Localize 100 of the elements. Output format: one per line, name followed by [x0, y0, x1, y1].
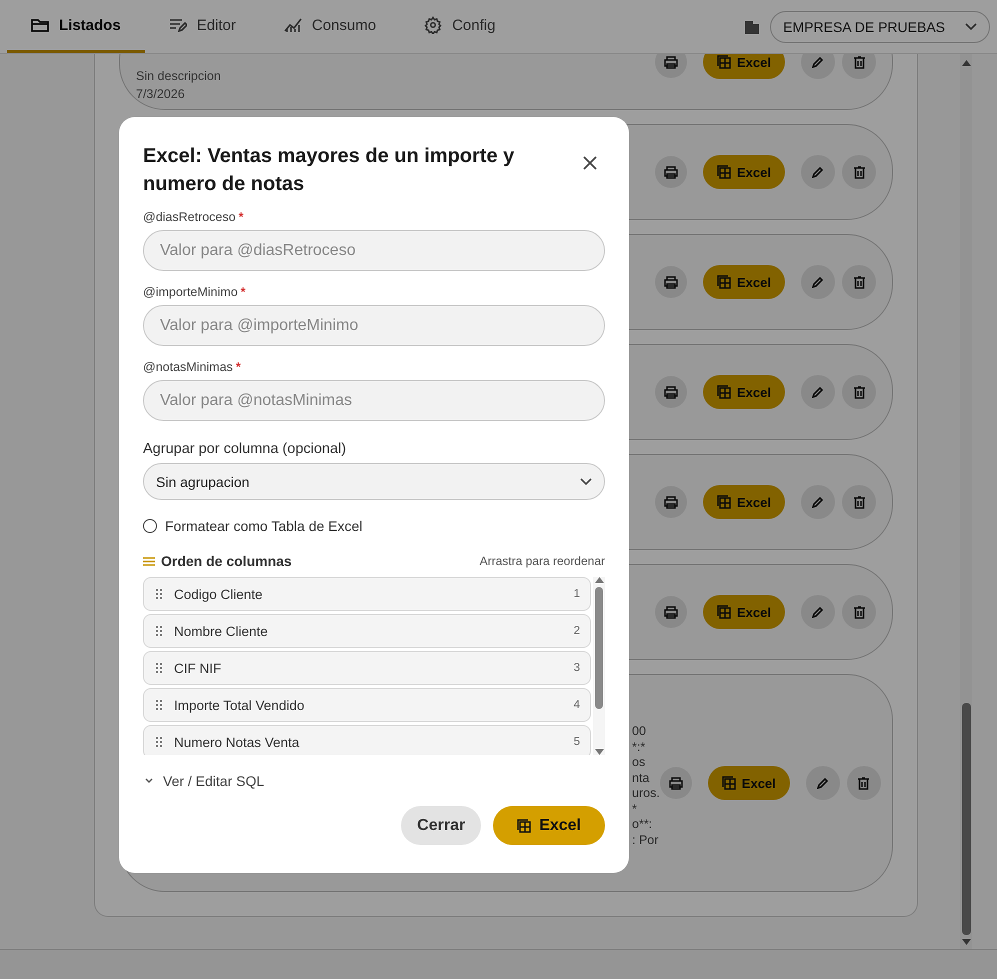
- nav-tab[interactable]: Consumo: [260, 0, 400, 53]
- nav-tab[interactable]: Config: [400, 0, 520, 53]
- scrollbar-thumb[interactable]: [595, 587, 603, 709]
- delete-button[interactable]: [842, 595, 876, 629]
- print-button[interactable]: [655, 266, 688, 298]
- nav-tab[interactable]: Editor: [144, 0, 260, 53]
- drag-handle-icon: [156, 626, 162, 636]
- dialog-title: Excel: Ventas mayores de un importe y numero de notas: [143, 144, 516, 197]
- drag-handle-icon: [156, 700, 162, 710]
- pencil-icon: [812, 166, 824, 178]
- trash-icon: [854, 56, 864, 68]
- print-icon: [664, 606, 678, 618]
- spreadsheet-icon: [717, 275, 732, 289]
- company-dropdown[interactable]: EMPRESA DE PRUEBAS: [770, 10, 990, 42]
- column-item[interactable]: Nombre Cliente 2: [143, 614, 591, 648]
- card-text-fragment: 00: [632, 724, 647, 740]
- edit-button[interactable]: [801, 485, 835, 519]
- chart-icon: [284, 17, 302, 33]
- sql-toggle[interactable]: Ver / Editar SQL: [145, 773, 264, 789]
- delete-button[interactable]: [842, 265, 876, 299]
- print-button[interactable]: [655, 54, 688, 78]
- columns-title: Orden de columnas: [161, 553, 292, 569]
- parameter-input[interactable]: Valor para @importeMinimo: [143, 305, 605, 346]
- export-excel-button[interactable]: Excel: [493, 806, 605, 845]
- print-button[interactable]: [655, 486, 688, 518]
- pencil-icon: [812, 496, 824, 508]
- trash-icon: [854, 496, 864, 508]
- edit-button[interactable]: [801, 155, 835, 189]
- spreadsheet-icon: [717, 165, 732, 179]
- card-text-fragment: : Por: [632, 832, 660, 848]
- pencil-icon: [812, 386, 824, 398]
- scrollbar[interactable]: [593, 577, 605, 755]
- scroll-down-icon: [962, 939, 970, 945]
- delete-button[interactable]: [842, 54, 876, 79]
- spreadsheet-icon: [717, 55, 732, 69]
- lines-icon: [143, 556, 155, 566]
- spreadsheet-icon: [517, 818, 532, 832]
- edit-lines-icon: [168, 18, 187, 32]
- column-item[interactable]: Numero Notas Venta 5: [143, 725, 591, 755]
- card-date: 7/3/2026: [136, 87, 186, 101]
- pencil-icon: [812, 276, 824, 288]
- required-mark: *: [240, 285, 246, 299]
- card-description: Sin descripcion: [136, 69, 222, 83]
- print-icon: [668, 776, 683, 790]
- card-text-fragment: os: [632, 755, 646, 770]
- trash-icon: [858, 776, 870, 790]
- edit-button[interactable]: [801, 265, 835, 299]
- group-label: Agrupar por columna (opcional): [143, 441, 348, 457]
- scroll-down-icon: [594, 749, 604, 755]
- drag-handle-icon: [156, 737, 162, 747]
- parameter-input[interactable]: Valor para @notasMinimas: [143, 380, 605, 421]
- print-button[interactable]: [660, 767, 692, 799]
- delete-button[interactable]: [846, 766, 881, 800]
- delete-button[interactable]: [842, 485, 876, 519]
- print-button[interactable]: [655, 156, 688, 188]
- required-mark: *: [236, 360, 241, 374]
- print-icon: [664, 386, 678, 398]
- chevron-down-icon: [965, 22, 977, 30]
- scroll-up-icon: [962, 60, 970, 66]
- card-text-fragment: *:*: [632, 740, 646, 755]
- print-button[interactable]: [655, 596, 688, 628]
- drag-handle-icon: [156, 589, 162, 599]
- trash-icon: [854, 606, 864, 618]
- close-icon: [583, 156, 597, 170]
- column-item[interactable]: Importe Total Vendido 4: [143, 688, 591, 722]
- page-scrollbar[interactable]: [960, 54, 972, 949]
- delete-button[interactable]: [842, 155, 876, 189]
- trash-icon: [854, 166, 864, 178]
- close-dialog-button[interactable]: Cerrar: [401, 806, 482, 845]
- settings-icon: [424, 16, 442, 34]
- column-item[interactable]: Codigo Cliente 1: [143, 577, 591, 611]
- spreadsheet-icon: [717, 605, 732, 619]
- pencil-icon: [812, 606, 824, 618]
- edit-button[interactable]: [801, 54, 835, 79]
- edit-button[interactable]: [801, 375, 835, 409]
- column-item[interactable]: CIF NIF 3: [143, 651, 591, 685]
- delete-button[interactable]: [842, 375, 876, 409]
- pencil-icon: [816, 777, 829, 789]
- trash-icon: [854, 276, 864, 288]
- edit-button[interactable]: [801, 595, 835, 629]
- table-format-checkbox[interactable]: Formatear como Tabla de Excel: [143, 518, 605, 534]
- parameter-input[interactable]: Valor para @diasRetroceso: [143, 230, 605, 271]
- required-mark: *: [238, 210, 244, 224]
- pencil-icon: [812, 56, 824, 68]
- folder-icon: [31, 17, 49, 33]
- field-label: @notasMinimas: [143, 360, 233, 374]
- scroll-up-icon: [594, 577, 604, 583]
- spreadsheet-icon: [717, 385, 732, 399]
- print-icon: [664, 56, 678, 68]
- scrollbar-thumb[interactable]: [962, 703, 970, 935]
- close-button[interactable]: [583, 156, 597, 170]
- spreadsheet-icon: [722, 776, 736, 790]
- chevron-icon: [145, 778, 153, 784]
- group-dropdown[interactable]: Sin agrupacion: [143, 463, 605, 500]
- chevron-down-icon: [580, 478, 592, 486]
- print-button[interactable]: [655, 376, 688, 408]
- print-icon: [664, 276, 678, 288]
- field-label: @importeMinimo: [143, 285, 238, 299]
- print-icon: [664, 496, 678, 508]
- edit-button[interactable]: [806, 766, 840, 800]
